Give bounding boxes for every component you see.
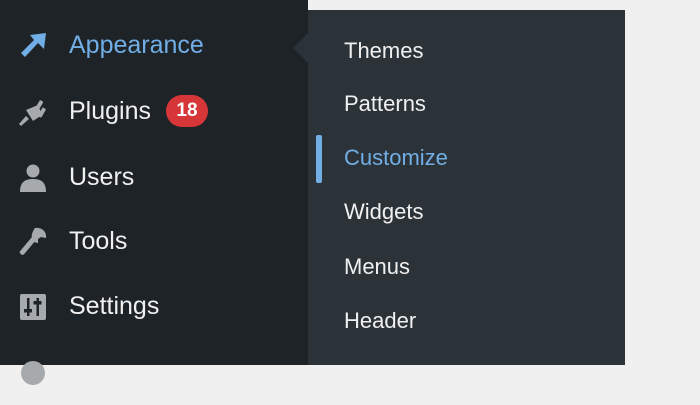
current-indicator [316, 135, 322, 183]
sidebar-item-plugins[interactable]: Plugins [0, 78, 308, 144]
sidebar-item-appearance[interactable]: Appearance [0, 12, 308, 78]
submenu-item-label: Menus [344, 254, 411, 279]
submenu-item-patterns[interactable]: Patterns [308, 77, 625, 131]
submenu-item-label: Widgets [344, 199, 424, 224]
sidebar-item-label: Plugins [69, 97, 151, 125]
admin-sidebar: Appearance Plugins Users Tools Settings … [0, 0, 308, 385]
partial-menu-icon [16, 356, 50, 390]
plugin-updates-badge: 18 [166, 95, 208, 127]
submenu-item-label: Patterns [344, 91, 426, 116]
settings-sliders-icon [16, 290, 50, 324]
sidebar-item-users[interactable]: Users [0, 144, 308, 210]
sidebar-item-label: Users [69, 163, 135, 191]
plugin-icon [16, 95, 50, 129]
appearance-submenu: Themes Patterns Customize Widgets Menus … [308, 10, 625, 365]
sidebar-item-partial[interactable] [0, 339, 308, 405]
submenu-item-customize[interactable]: Customize [308, 131, 625, 185]
paintbrush-icon [16, 29, 50, 63]
submenu-item-label: Header [344, 308, 417, 333]
sidebar-item-tools[interactable]: Tools [0, 208, 308, 274]
submenu-item-themes[interactable]: Themes [308, 24, 625, 78]
submenu-pointer [293, 33, 308, 63]
submenu-item-header[interactable]: Header [308, 294, 625, 348]
submenu-item-label: Customize [344, 145, 448, 170]
submenu-item-menus[interactable]: Menus [308, 240, 625, 294]
sidebar-item-label: Settings [69, 292, 160, 320]
sidebar-item-label: Tools [69, 227, 128, 255]
sidebar-item-label: Appearance [69, 31, 204, 59]
users-icon [16, 161, 50, 195]
sidebar-item-settings[interactable]: Settings [0, 273, 308, 339]
wrench-icon [16, 225, 50, 259]
submenu-item-label: Themes [344, 38, 424, 63]
submenu-item-widgets[interactable]: Widgets [308, 185, 625, 239]
